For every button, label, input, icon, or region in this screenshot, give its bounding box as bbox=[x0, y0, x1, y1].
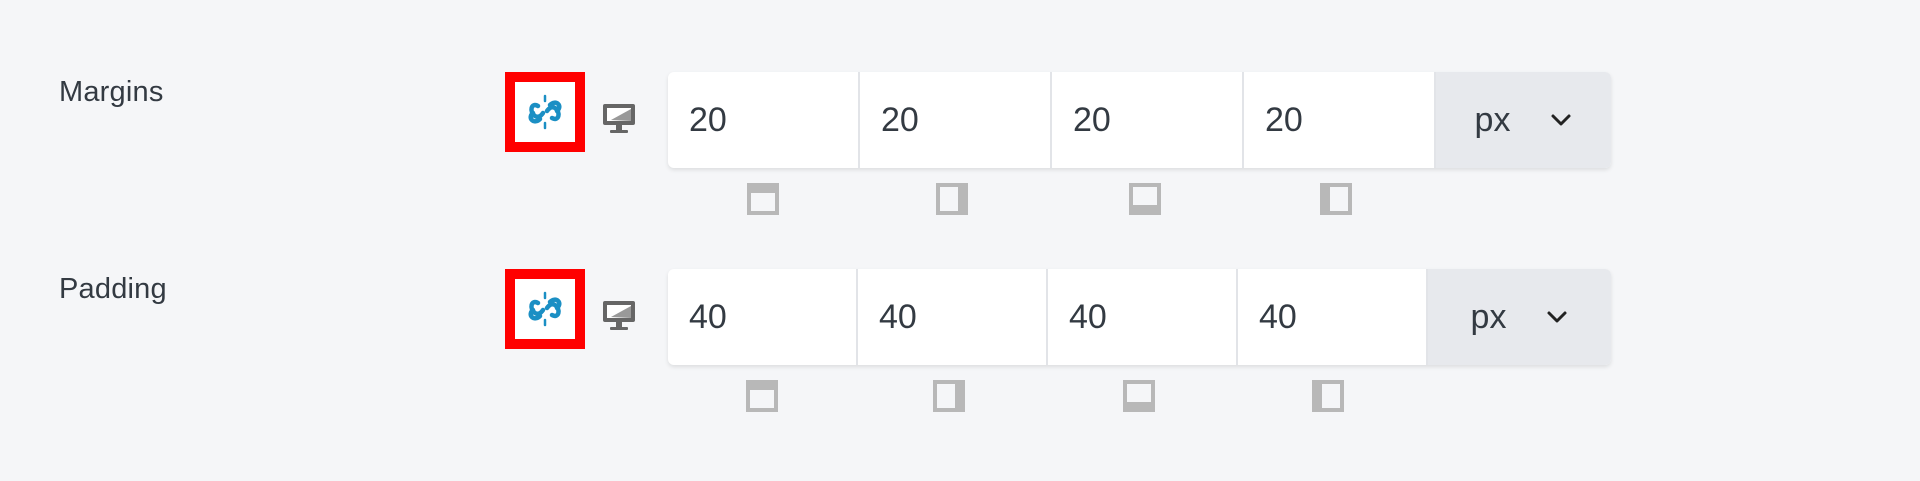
padding-device-toggle[interactable] bbox=[601, 297, 637, 333]
margins-unit-select[interactable]: px bbox=[1436, 72, 1611, 168]
padding-bottom-input[interactable]: 40 bbox=[1048, 269, 1238, 365]
padding-unit-select[interactable]: px bbox=[1428, 269, 1611, 365]
chevron-down-icon bbox=[1551, 114, 1571, 126]
padding-top-input[interactable]: 40 bbox=[668, 269, 858, 365]
margins-device-toggle[interactable] bbox=[601, 100, 637, 136]
top-side-icon bbox=[746, 380, 778, 412]
margin-right-input[interactable]: 20 bbox=[860, 72, 1052, 168]
chevron-down-icon bbox=[1547, 311, 1567, 323]
margins-inputs: 20 20 20 20 px bbox=[668, 72, 1611, 168]
padding-left-input[interactable]: 40 bbox=[1238, 269, 1428, 365]
margin-bottom-input[interactable]: 20 bbox=[1052, 72, 1244, 168]
margins-link-values-button[interactable] bbox=[505, 72, 585, 152]
link-icon bbox=[528, 291, 562, 327]
padding-label: Padding bbox=[59, 273, 167, 305]
margins-label: Margins bbox=[59, 76, 164, 108]
padding-link-values-button[interactable] bbox=[505, 269, 585, 349]
margins-row: Margins 20 20 20 20 px bbox=[0, 0, 1920, 215]
padding-right-input[interactable]: 40 bbox=[858, 269, 1048, 365]
margins-unit-value: px bbox=[1474, 100, 1511, 139]
margin-left-input[interactable]: 20 bbox=[1244, 72, 1436, 168]
padding-inputs: 40 40 40 40 px bbox=[668, 269, 1611, 365]
left-side-icon bbox=[1312, 380, 1344, 412]
padding-unit-value: px bbox=[1470, 297, 1507, 336]
margin-top-input[interactable]: 20 bbox=[668, 72, 860, 168]
desktop-icon bbox=[603, 301, 635, 330]
desktop-icon bbox=[603, 104, 635, 133]
bottom-side-icon bbox=[1123, 380, 1155, 412]
padding-row: Padding 40 40 40 40 px bbox=[0, 197, 1920, 412]
link-icon bbox=[528, 94, 562, 130]
right-side-icon bbox=[933, 380, 965, 412]
